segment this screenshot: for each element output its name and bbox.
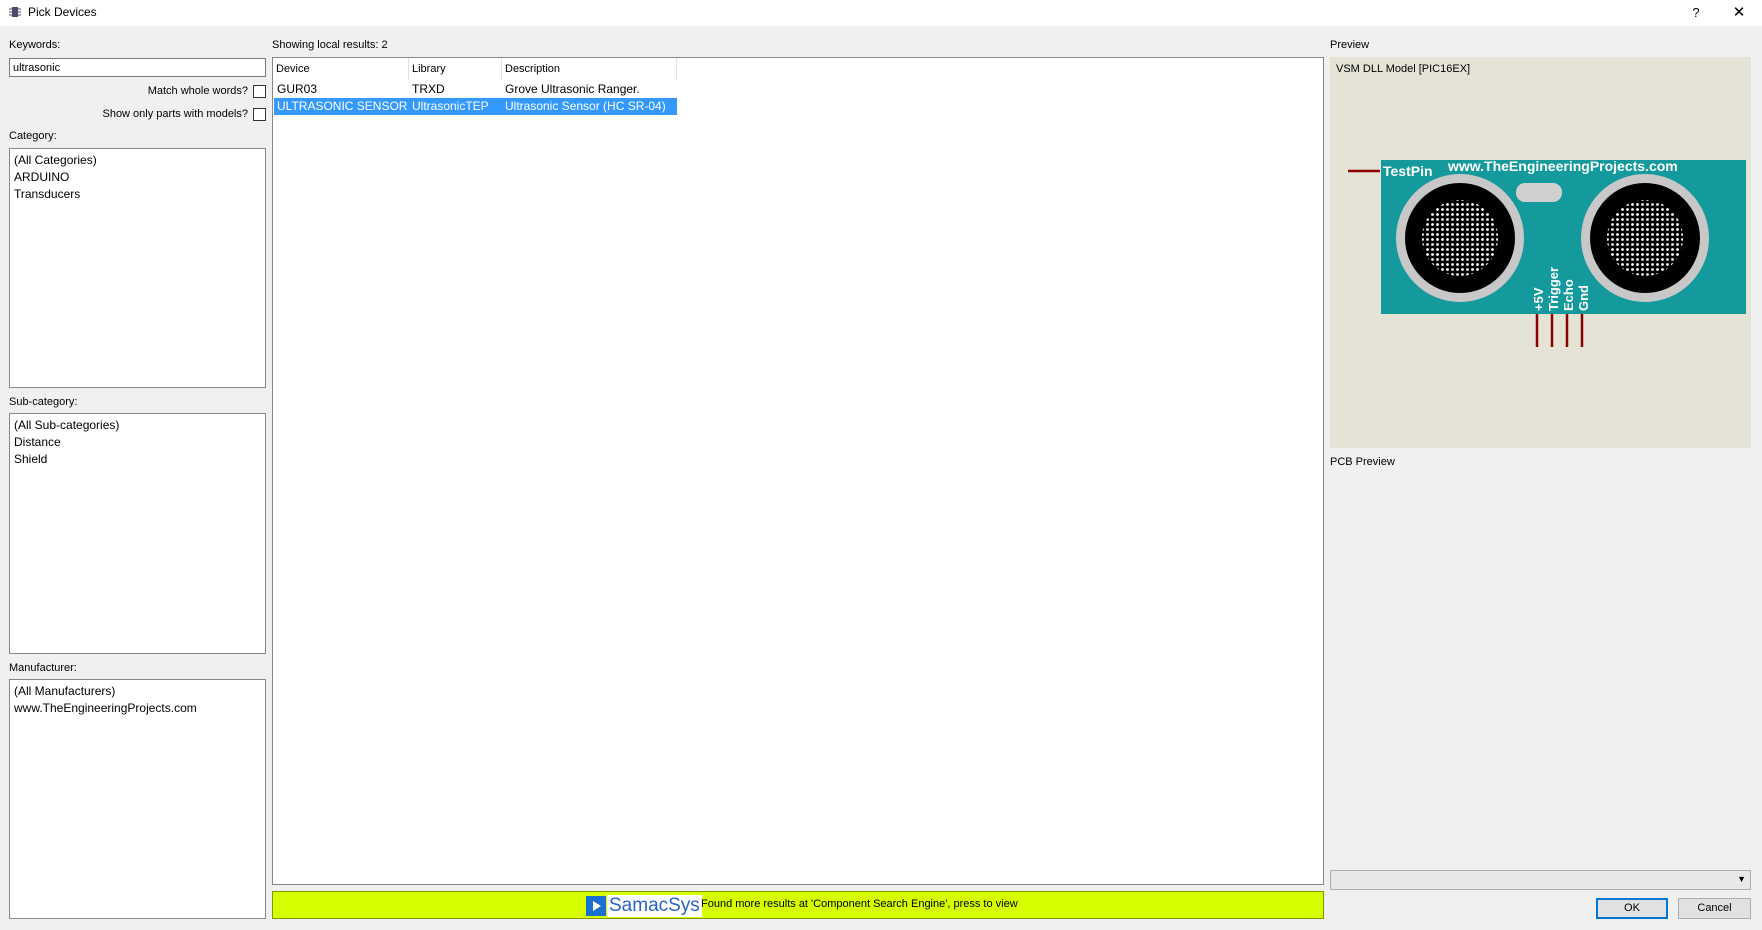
component-search-banner[interactable]: SamacSys Found more results at 'Componen… (272, 891, 1324, 919)
samacsys-logo: SamacSys (586, 895, 702, 917)
ok-button[interactable]: OK (1596, 898, 1668, 919)
show-only-models-checkbox[interactable] (253, 108, 266, 121)
table-header: Device Library Description (273, 58, 677, 80)
testpin-label: TestPin (1383, 163, 1433, 179)
list-item[interactable]: Transducers (14, 186, 261, 203)
cell-description: Ultrasonic Sensor (HC SR-04) (505, 99, 666, 113)
ultrasonic-sensor-schematic: TestPin www.TheEngineeringProjects.com +… (1348, 158, 1746, 347)
list-item[interactable]: (All Manufacturers) (14, 683, 261, 700)
cell-description: Grove Ultrasonic Ranger. (505, 82, 640, 96)
list-item[interactable]: Shield (14, 451, 261, 468)
cancel-button[interactable]: Cancel (1678, 898, 1751, 919)
banner-message: Found more results at 'Component Search … (701, 898, 1018, 910)
show-only-models-label: Show only parts with models? (102, 108, 248, 120)
close-button[interactable]: ✕ (1726, 2, 1752, 24)
cell-library: TRXD (412, 82, 445, 96)
subcategory-list[interactable]: (All Sub-categories) Distance Shield (9, 413, 266, 654)
table-row[interactable]: GUR03 TRXD Grove Ultrasonic Ranger. (274, 81, 677, 98)
cell-device: ULTRASONIC SENSOR (277, 99, 408, 113)
cell-library: UltrasonicTEP (412, 99, 489, 113)
window-title: Pick Devices (28, 5, 97, 19)
category-list[interactable]: (All Categories) ARDUINO Transducers (9, 148, 266, 388)
manufacturer-list[interactable]: (All Manufacturers) www.TheEngineeringPr… (9, 679, 266, 919)
category-label: Category: (9, 130, 57, 142)
website-label: www.TheEngineeringProjects.com (1447, 158, 1678, 174)
subcategory-label: Sub-category: (9, 396, 78, 408)
column-header-description[interactable]: Description (502, 58, 677, 80)
pin-label-trigger: Trigger (1546, 267, 1561, 311)
column-header-device[interactable]: Device (273, 58, 409, 80)
list-item[interactable]: (All Sub-categories) (14, 417, 261, 434)
table-row-selected[interactable]: ULTRASONIC SENSOR UltrasonicTEP Ultrason… (274, 98, 677, 115)
footprint-dropdown[interactable]: ▼ (1330, 870, 1751, 890)
match-whole-words-checkbox[interactable] (253, 85, 266, 98)
pin-label-vcc: +5V (1531, 287, 1546, 311)
play-icon (586, 896, 606, 916)
keywords-label: Keywords: (9, 39, 61, 51)
title-bar (0, 0, 1762, 26)
keywords-input[interactable] (9, 58, 266, 77)
list-item[interactable]: (All Categories) (14, 152, 261, 169)
cell-device: GUR03 (277, 82, 318, 96)
pcb-preview-label: PCB Preview (1330, 456, 1395, 468)
results-table: Device Library Description GUR03 TRXD Gr… (272, 57, 1324, 885)
chip-icon (9, 7, 21, 17)
preview-label: Preview (1330, 39, 1370, 51)
crystal-oscillator (1516, 183, 1562, 202)
manufacturer-label: Manufacturer: (9, 662, 77, 674)
list-item[interactable]: Distance (14, 434, 261, 451)
pin-label-echo: Echo (1561, 279, 1576, 311)
chevron-down-icon: ▼ (1737, 874, 1746, 884)
pcb-preview-canvas (1330, 472, 1751, 867)
pin-label-gnd: Gnd (1576, 285, 1591, 311)
list-item[interactable]: www.TheEngineeringProjects.com (14, 700, 261, 717)
help-button[interactable]: ? (1685, 2, 1707, 24)
samacsys-logo-text: SamacSys (607, 895, 702, 917)
match-whole-words-label: Match whole words? (147, 85, 248, 97)
results-summary: Showing local results: 2 (272, 39, 388, 51)
column-header-library[interactable]: Library (409, 58, 502, 80)
preview-canvas: VSM DLL Model [PIC16EX] TestPin www.TheE… (1330, 57, 1751, 448)
list-item[interactable]: ARDUINO (14, 169, 261, 186)
